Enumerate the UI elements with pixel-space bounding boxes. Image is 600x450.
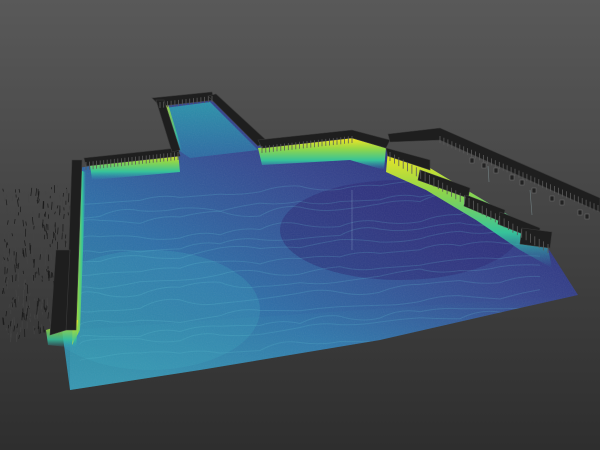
harbor-point-cloud-scene[interactable] [0, 0, 600, 450]
3d-viewport[interactable] [0, 0, 600, 450]
